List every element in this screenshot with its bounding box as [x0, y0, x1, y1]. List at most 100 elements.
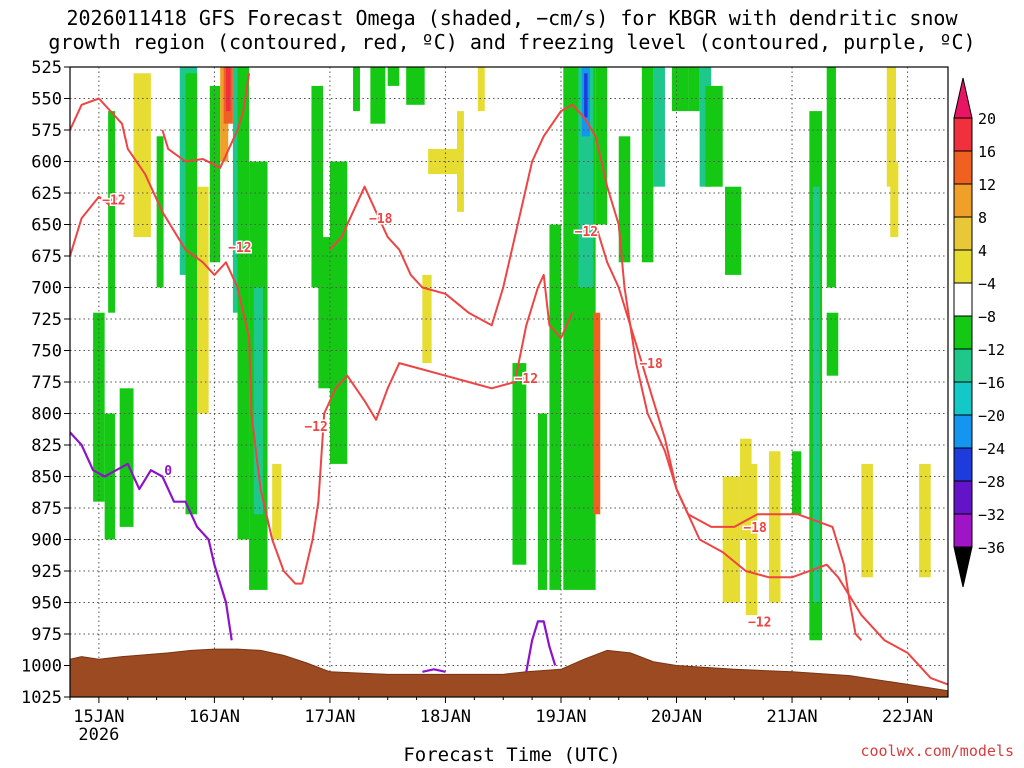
omega-cell: [133, 73, 151, 238]
colorbar-label: −24: [978, 440, 1005, 458]
omega-cell: [477, 67, 485, 112]
colorbar-label: −36: [978, 539, 1005, 557]
x-tick-label: 15JAN: [73, 707, 124, 727]
y-tick-label: 550: [31, 90, 62, 110]
colorbar-label: −28: [978, 473, 1005, 491]
y-tick-label: 725: [31, 310, 62, 330]
omega-cell: [653, 67, 665, 187]
y-tick-label: 600: [31, 153, 62, 173]
omega-cell: [861, 463, 873, 578]
colorbar-swatch: [953, 414, 973, 449]
y-tick-label: 700: [31, 279, 62, 299]
x-tick-label: 18JAN: [420, 707, 471, 727]
contour-label: −12: [304, 420, 327, 435]
colorbar-label: −20: [978, 407, 1005, 425]
omega-cell: [197, 186, 209, 414]
x-tick-label: 16JAN: [189, 707, 240, 727]
colorbar-swatch: [953, 216, 973, 251]
colorbar-swatch: [953, 117, 973, 152]
omega-cell: [209, 85, 221, 263]
contour-label: −12: [748, 615, 771, 630]
colorbar-swatch: [953, 447, 973, 482]
colorbar-label: 12: [978, 176, 996, 194]
freezing-level-line: [422, 668, 446, 673]
x-tick-label: 21JAN: [766, 707, 817, 727]
freezing-level-contours: [70, 431, 557, 673]
colorbar-label: −4: [978, 275, 996, 293]
colorbar-label: −12: [978, 341, 1005, 359]
omega-cell: [537, 413, 548, 590]
colorbar-label: 20: [978, 110, 996, 128]
y-tick-label: 650: [31, 216, 62, 236]
y-tick-label: 625: [31, 184, 62, 204]
omega-cell: [792, 451, 802, 515]
contour-label: −12: [575, 225, 598, 240]
colorbar-label: 8: [978, 209, 987, 227]
dgz-contour-line: [329, 103, 948, 686]
y-tick-label: 775: [31, 373, 62, 393]
x-tick-sublabel: 2026: [78, 725, 119, 745]
colorbar-swatch: [953, 282, 973, 317]
omega-cell: [185, 73, 198, 515]
colorbar: 20 16 12 8 4 −4 −8 −12 −16 −20 −24 −28 −32 −36: [953, 77, 1005, 588]
omega-cell: [745, 463, 758, 616]
colorbar-swatch: [953, 249, 973, 284]
y-tick-label: 950: [31, 594, 62, 614]
colorbar-swatch: [953, 315, 973, 350]
colorbar-label: 4: [978, 242, 987, 260]
y-tick-label: 850: [31, 468, 62, 488]
omega-cell: [387, 67, 400, 86]
omega-cell: [584, 73, 588, 118]
x-tick-label: 22JAN: [882, 707, 933, 727]
omega-cell: [826, 312, 839, 376]
y-axis: 525 550 575 600 625 650 675 700 725 750 775 800 825 8…: [21, 58, 70, 708]
y-tick-label: 800: [31, 405, 62, 425]
y-tick-label: 825: [31, 436, 62, 456]
contour-label: −12: [228, 241, 251, 256]
y-tick-label: 975: [31, 625, 62, 645]
y-tick-label: 575: [31, 121, 62, 141]
x-tick-label: 19JAN: [535, 707, 586, 727]
omega-cell: [225, 67, 231, 112]
omega-cell: [725, 186, 742, 275]
colorbar-swatch: [953, 183, 973, 218]
contour-label: −18: [743, 521, 767, 536]
omega-cell: [108, 111, 116, 313]
freezing-level-line: [525, 620, 557, 672]
colorbar-arrow-bottom: [953, 546, 973, 588]
y-tick-label: 925: [31, 562, 62, 582]
x-axis: 15JAN2026 16JAN 17JAN 18JAN 19JAN 20JAN 21JAN 2…: [69, 697, 937, 745]
omega-cell: [826, 67, 836, 288]
omega-cell: [253, 287, 263, 515]
y-tick-label: 525: [31, 58, 62, 78]
omega-cell: [812, 186, 820, 603]
credit-text: coolwx.com/models: [860, 742, 1014, 760]
y-tick-label: 675: [31, 247, 62, 267]
omega-shading: [93, 67, 931, 641]
colorbar-swatch: [953, 150, 973, 185]
x-tick-label: 17JAN: [304, 707, 355, 727]
contour-label: −12: [102, 193, 125, 208]
y-tick-label: 1000: [21, 657, 62, 677]
y-tick-label: 750: [31, 342, 62, 362]
colorbar-label: −16: [978, 374, 1005, 392]
colorbar-swatch: [953, 381, 973, 416]
contour-label: −18: [639, 357, 663, 372]
x-tick-label: 20JAN: [651, 707, 702, 727]
y-tick-label: 875: [31, 499, 62, 519]
omega-cell: [890, 161, 899, 238]
contour-label: 0: [164, 464, 172, 479]
colorbar-label: 16: [978, 143, 996, 161]
omega-cell: [353, 67, 360, 112]
omega-cell: [406, 67, 425, 105]
omega-cell: [705, 85, 723, 187]
contour-label: −12: [515, 372, 538, 387]
omega-cell: [329, 161, 348, 464]
colorbar-arrow-top: [953, 77, 973, 119]
colorbar-label: −8: [978, 308, 996, 326]
y-tick-label: 1025: [21, 688, 62, 708]
y-tick-label: 900: [31, 531, 62, 551]
omega-cell: [919, 463, 931, 578]
omega-cell: [370, 67, 386, 124]
omega-cell: [641, 67, 654, 263]
